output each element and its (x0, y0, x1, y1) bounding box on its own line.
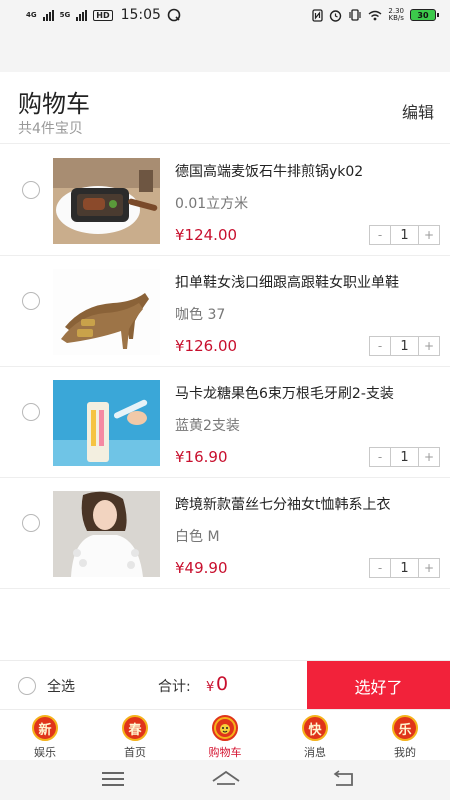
total-currency: ¥ (206, 680, 215, 695)
signal-strength-icon (42, 9, 54, 21)
quantity-stepper: - 1 + (369, 225, 440, 245)
decrease-quantity-button[interactable]: - (370, 226, 391, 244)
signal-strength-icon (76, 9, 88, 21)
product-image-toothbrush[interactable] (53, 380, 160, 466)
decrease-quantity-button[interactable]: - (370, 559, 391, 577)
vibrate-icon (349, 9, 362, 21)
quantity-stepper: - 1 + (369, 447, 440, 467)
tab-label: 首页 (124, 746, 146, 759)
app-notification-icon (167, 8, 181, 22)
quantity-value[interactable]: 1 (391, 337, 418, 355)
item-spec: 0.01立方米 (175, 196, 249, 212)
decrease-quantity-button[interactable]: - (370, 337, 391, 355)
item-name[interactable]: 扣单鞋女浅口细跟高跟鞋女职业单鞋 (175, 272, 430, 292)
tab-profile[interactable]: 乐 我的 (360, 710, 450, 760)
quantity-value[interactable]: 1 (391, 448, 418, 466)
top-spacer (0, 30, 450, 72)
edit-button[interactable]: 编辑 (402, 99, 434, 123)
item-select-radio[interactable] (22, 403, 40, 421)
product-image-lace-top[interactable] (53, 491, 160, 577)
cart-lion-icon (212, 715, 238, 741)
quantity-value[interactable]: 1 (391, 559, 418, 577)
chun-badge-icon: 春 (122, 715, 148, 741)
network-speed: 2.30 KB/s (388, 7, 404, 22)
tab-label: 消息 (304, 746, 326, 759)
increase-quantity-button[interactable]: + (418, 559, 439, 577)
nfc-icon (312, 8, 324, 22)
item-select-radio[interactable] (22, 292, 40, 310)
tab-label: 娱乐 (34, 746, 56, 759)
tab-home[interactable]: 春 首页 (90, 710, 180, 760)
product-image-high-heels[interactable] (53, 269, 160, 355)
cart-item: 德国高端麦饭石牛排煎锅yk02 0.01立方米 ¥124.00 - 1 + (0, 145, 450, 256)
le-badge-icon: 乐 (392, 715, 418, 741)
product-image-frying-pan[interactable] (53, 158, 160, 244)
quantity-value[interactable]: 1 (391, 226, 418, 244)
decrease-quantity-button[interactable]: - (370, 448, 391, 466)
tab-label: 购物车 (208, 746, 242, 759)
xin-badge-icon: 新 (32, 715, 58, 741)
increase-quantity-button[interactable]: + (418, 448, 439, 466)
item-price: ¥124.00 (175, 226, 238, 244)
item-spec: 蓝黄2支装 (175, 418, 240, 434)
item-name[interactable]: 跨境新款蕾丝七分袖女t恤韩系上衣 (175, 494, 430, 514)
cart-item: 马卡龙糖果色6束万根毛牙刷2-支装 蓝黄2支装 ¥16.90 - 1 + (0, 367, 450, 478)
item-price: ¥16.90 (175, 448, 228, 466)
item-spec: 白色 M (175, 529, 220, 545)
item-spec: 咖色 37 (175, 307, 226, 323)
increase-quantity-button[interactable]: + (418, 337, 439, 355)
item-select-radio[interactable] (22, 181, 40, 199)
item-price: ¥49.90 (175, 559, 228, 577)
checkout-button[interactable]: 选好了 (307, 661, 450, 710)
quantity-stepper: - 1 + (369, 558, 440, 578)
tab-label: 我的 (394, 746, 416, 759)
menu-icon[interactable] (102, 772, 124, 786)
item-select-radio[interactable] (22, 514, 40, 532)
page-title: 购物车 (18, 90, 90, 118)
alarm-icon (330, 9, 342, 22)
total-label: 合计: (158, 679, 191, 695)
battery-icon: 30 (410, 9, 439, 21)
increase-quantity-button[interactable]: + (418, 226, 439, 244)
item-count: 共4件宝贝 (18, 121, 83, 137)
kuai-badge-icon: 快 (302, 715, 328, 741)
network-4g-indicator: 4G (26, 11, 37, 19)
tab-cart[interactable]: 购物车 (180, 710, 270, 760)
status-bar: 4G 5G HD 15:05 2.30 KB/s 30 (0, 0, 450, 30)
select-all-label[interactable]: 全选 (47, 676, 75, 696)
hd-voice-icon: HD (93, 9, 113, 21)
cart-header: 购物车 共4件宝贝 编辑 (0, 72, 450, 144)
total-amount: 0 (216, 673, 229, 695)
item-name[interactable]: 德国高端麦饭石牛排煎锅yk02 (175, 161, 430, 181)
cart-item: 扣单鞋女浅口细跟高跟鞋女职业单鞋 咖色 37 ¥126.00 - 1 + (0, 256, 450, 367)
wifi-icon (368, 10, 382, 20)
home-icon[interactable] (211, 769, 241, 789)
select-all-radio[interactable] (18, 677, 36, 695)
network-5g-indicator: 5G (59, 11, 71, 19)
back-icon[interactable] (332, 770, 356, 788)
cart-item: 跨境新款蕾丝七分袖女t恤韩系上衣 白色 M ¥49.90 - 1 + (0, 478, 450, 589)
item-name[interactable]: 马卡龙糖果色6束万根毛牙刷2-支装 (175, 383, 430, 403)
quantity-stepper: - 1 + (369, 336, 440, 356)
bottom-tab-bar: 新 娱乐 春 首页 购物车 快 消息 乐 我的 (0, 709, 450, 760)
checkout-bar: 全选 合计: ¥ 0 选好了 (0, 660, 450, 710)
tab-entertainment[interactable]: 新 娱乐 (0, 710, 90, 760)
clock: 15:05 (120, 7, 161, 23)
system-navigation-bar (0, 760, 450, 800)
tab-messages[interactable]: 快 消息 (270, 710, 360, 760)
item-price: ¥126.00 (175, 337, 238, 355)
